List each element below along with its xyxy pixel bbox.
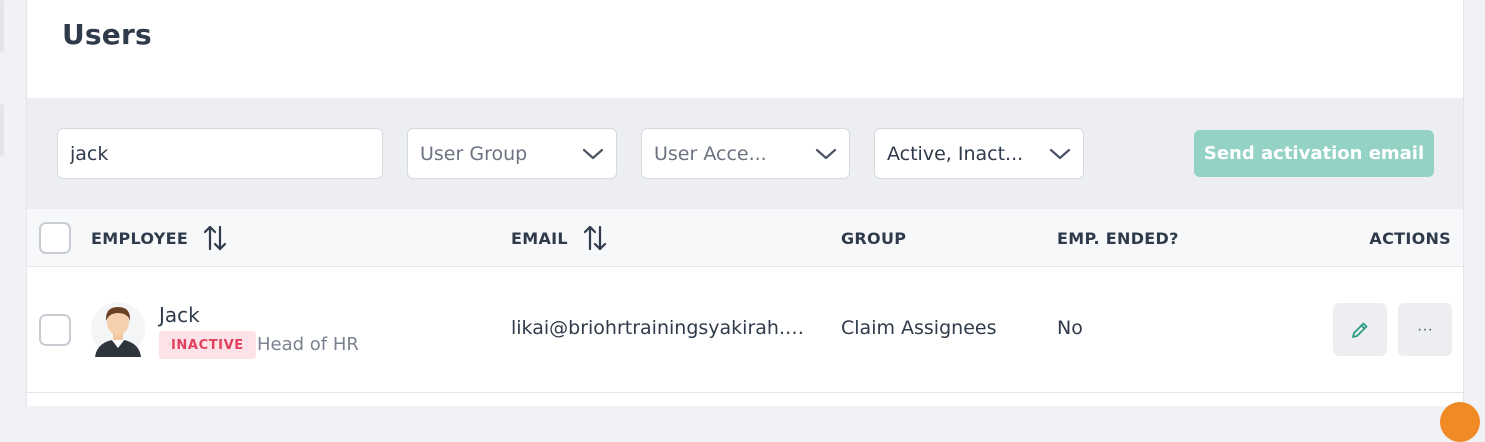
- page-title: Users: [62, 18, 152, 51]
- column-group-label: GROUP: [841, 228, 907, 248]
- status-badge: INACTIVE: [159, 331, 256, 359]
- sort-arrows-icon[interactable]: [202, 224, 228, 252]
- users-card: Users User Group User Acce... Active, In…: [26, 0, 1464, 406]
- employee-group: Claim Assignees: [841, 317, 997, 339]
- column-email-label: EMAIL: [511, 228, 568, 248]
- column-employee[interactable]: EMPLOYEE: [91, 209, 228, 267]
- chevron-down-icon: [1049, 148, 1071, 159]
- employee-email: likai@briohrtrainingsyakirah.c...: [511, 317, 813, 339]
- pencil-icon: [1352, 322, 1368, 338]
- rail-marker: [0, 104, 4, 156]
- table-row: Jack INACTIVE Head of HR likai@briohrtra…: [27, 267, 1463, 393]
- rail-marker: [0, 0, 4, 52]
- column-emp-ended-label: EMP. ENDED?: [1057, 228, 1179, 248]
- user-access-select[interactable]: User Acce...: [641, 128, 850, 179]
- table-header: EMPLOYEE EMAIL GROUP EMP. ENDED? ACTIONS: [27, 209, 1463, 267]
- row-checkbox[interactable]: [39, 314, 71, 346]
- user-group-select-value: User Group: [420, 142, 528, 165]
- column-email[interactable]: EMAIL: [511, 209, 608, 267]
- column-actions: ACTIONS: [1369, 209, 1451, 267]
- avatar: [91, 302, 145, 357]
- chevron-down-icon: [815, 148, 837, 159]
- status-select[interactable]: Active, Inact...: [874, 128, 1084, 179]
- chevron-down-icon: [582, 148, 604, 159]
- user-access-select-value: User Acce...: [654, 142, 767, 165]
- column-emp-ended: EMP. ENDED?: [1057, 209, 1179, 267]
- search-field[interactable]: [57, 128, 383, 179]
- more-horizontal-icon: ···: [1417, 320, 1433, 338]
- left-rail: [0, 0, 26, 406]
- help-widget-icon[interactable]: [1440, 402, 1480, 442]
- search-input[interactable]: [70, 142, 370, 165]
- column-group: GROUP: [841, 209, 906, 267]
- employee-name[interactable]: Jack: [159, 303, 200, 327]
- filter-bar: User Group User Acce... Active, Inact...…: [27, 98, 1463, 209]
- status-select-value: Active, Inact...: [887, 142, 1024, 165]
- sort-arrows-icon[interactable]: [582, 224, 608, 252]
- column-employee-label: EMPLOYEE: [91, 228, 189, 248]
- send-activation-email-button[interactable]: Send activation email: [1194, 130, 1434, 177]
- employee-job-title: Head of HR: [257, 334, 359, 355]
- edit-button[interactable]: [1333, 303, 1387, 356]
- employee-ended: No: [1057, 317, 1083, 339]
- user-group-select[interactable]: User Group: [407, 128, 617, 179]
- select-all-checkbox[interactable]: [39, 222, 71, 254]
- more-actions-button[interactable]: ···: [1398, 303, 1452, 356]
- column-actions-label: ACTIONS: [1369, 228, 1451, 248]
